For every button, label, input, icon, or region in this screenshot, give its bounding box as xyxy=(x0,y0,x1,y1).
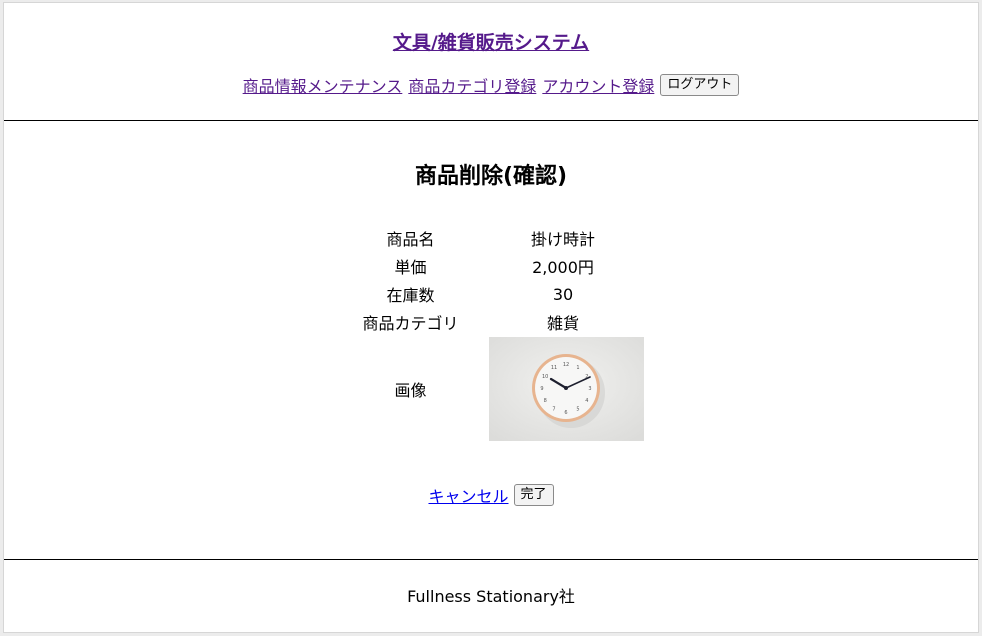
image-label: 画像 xyxy=(394,380,427,400)
clock-numeral: 5 xyxy=(576,406,579,412)
nav-account-register-link[interactable]: アカウント登録 xyxy=(542,73,654,97)
wall-clock-photo-icon: 121234567891011 xyxy=(488,336,644,441)
page-title: 商品削除(確認) xyxy=(414,164,568,189)
category-value: 雑貨 xyxy=(546,314,579,333)
clock-numeral: 8 xyxy=(543,397,546,403)
clock-numeral: 3 xyxy=(588,385,591,391)
clock-numeral: 9 xyxy=(540,385,543,391)
table-row: 画像 12 1 2 3 4 5 6 7 8 9 10 11 xyxy=(338,336,644,441)
category-label: 商品カテゴリ xyxy=(362,314,459,333)
unit-price-value: 2,000円 xyxy=(532,258,594,277)
clock-numeral: 6 xyxy=(564,409,567,415)
clock-numeral: 10 xyxy=(542,373,548,379)
stock-value: 30 xyxy=(552,284,574,304)
clock-numeral: 7 xyxy=(552,406,555,412)
table-row: 単価 2,000円 xyxy=(338,252,643,280)
clock-numeral: 4 xyxy=(585,397,588,403)
nav-product-maintenance-link[interactable]: 商品情報メンテナンス xyxy=(243,73,403,97)
clock-numeral: 12 xyxy=(562,361,568,367)
table-row: 商品名 掛け時計 xyxy=(338,224,643,252)
product-image: 12 1 2 3 4 5 6 7 8 9 10 11 xyxy=(488,336,644,441)
stock-label: 在庫数 xyxy=(386,286,435,305)
main-content: 商品削除(確認) 商品名 掛け時計 単価 2,000円 在庫数 30 商品カテゴ… xyxy=(4,121,978,559)
clock-numeral: 11 xyxy=(550,365,556,371)
product-name-label: 商品名 xyxy=(386,230,435,249)
table-row: 商品カテゴリ 雑貨 xyxy=(338,308,643,336)
main-nav: 商品情報メンテナンス 商品カテゴリ登録 アカウント登録 ログアウト xyxy=(4,73,978,97)
complete-button[interactable]: 完了 xyxy=(513,484,554,506)
browser-page: 文具/雑貨販売システム 商品情報メンテナンス 商品カテゴリ登録 アカウント登録 … xyxy=(4,3,978,632)
logout-button[interactable]: ログアウト xyxy=(660,74,740,96)
site-footer: Fullness Stationary社 xyxy=(4,560,978,630)
product-detail-table: 商品名 掛け時計 単価 2,000円 在庫数 30 商品カテゴリ 雑貨 画像 1… xyxy=(338,224,644,441)
unit-price-label: 単価 xyxy=(394,258,427,277)
product-name-value: 掛け時計 xyxy=(530,230,595,249)
table-row: 在庫数 30 xyxy=(338,280,643,308)
nav-category-register-link[interactable]: 商品カテゴリ登録 xyxy=(408,73,536,97)
cancel-link[interactable]: キャンセル xyxy=(428,483,508,507)
clock-numeral: 1 xyxy=(576,365,579,371)
site-title-link[interactable]: 文具/雑貨販売システム xyxy=(393,28,589,55)
company-name: Fullness Stationary社 xyxy=(407,587,575,606)
site-header: 文具/雑貨販売システム 商品情報メンテナンス 商品カテゴリ登録 アカウント登録 … xyxy=(4,3,978,120)
form-actions: キャンセル 完了 xyxy=(4,483,978,507)
